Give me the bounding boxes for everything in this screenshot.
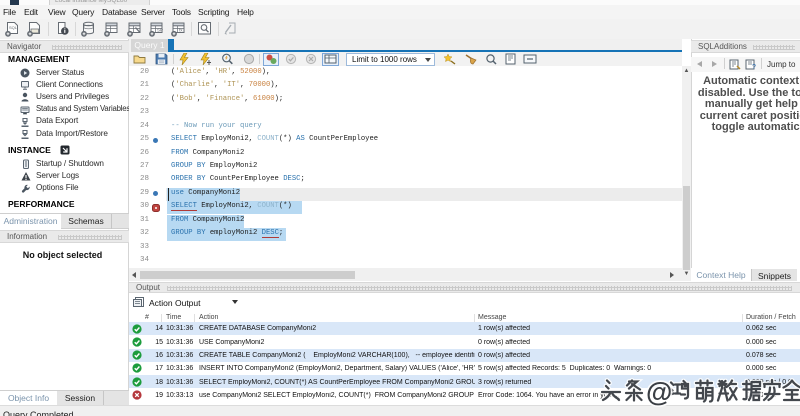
svg-text:SP: SP xyxy=(157,28,163,33)
svg-text:SQL: SQL xyxy=(9,25,18,30)
svg-text:@: @ xyxy=(646,377,672,407)
svg-text:?: ? xyxy=(752,64,756,70)
